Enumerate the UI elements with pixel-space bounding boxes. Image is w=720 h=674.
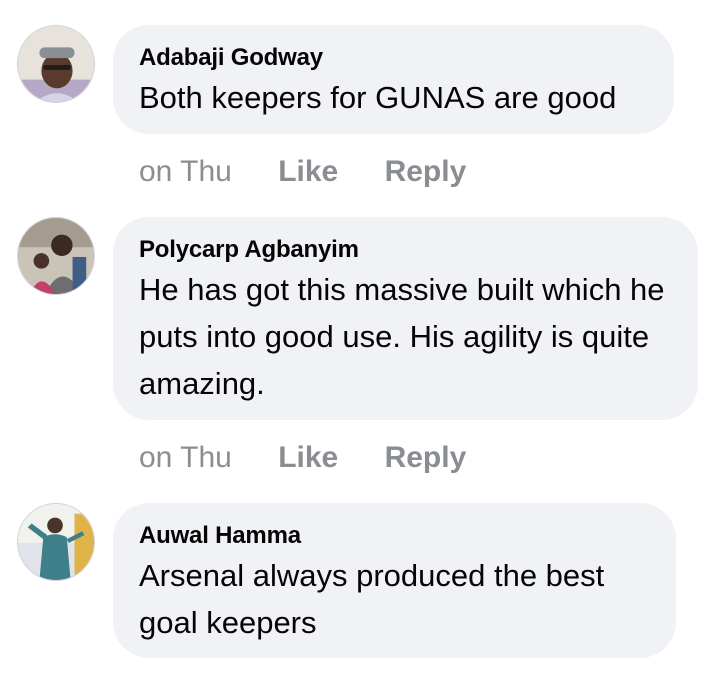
comment-actions: on Thu Like Reply (139, 154, 466, 190)
like-button[interactable]: Like (278, 440, 338, 476)
avatar[interactable] (17, 217, 95, 295)
profile-photo-icon (18, 218, 94, 294)
comment-author[interactable]: Adabaji Godway (139, 43, 648, 73)
comment-text: Both keepers for GUNAS are good (139, 80, 617, 115)
comment-bubble: Adabaji Godway Both keepers for GUNAS ar… (113, 25, 674, 134)
comment-actions: on Thu Like Reply (139, 440, 466, 476)
profile-photo-icon (18, 504, 94, 580)
comment-text: Arsenal always produced the best goal ke… (139, 558, 605, 640)
profile-photo-icon (18, 26, 94, 102)
reply-button[interactable]: Reply (385, 154, 467, 190)
comment-author[interactable]: Polycarp Agbanyim (139, 235, 672, 265)
comment-text: He has got this massive built which he p… (139, 272, 665, 401)
comment-bubble: Auwal Hamma Arsenal always produced the … (113, 503, 676, 658)
comment-timestamp[interactable]: on Thu (139, 440, 232, 476)
comment-timestamp[interactable]: on Thu (139, 154, 232, 190)
comment-bubble: Polycarp Agbanyim He has got this massiv… (113, 217, 698, 420)
avatar[interactable] (17, 25, 95, 103)
comment-author[interactable]: Auwal Hamma (139, 521, 650, 551)
reply-button[interactable]: Reply (385, 440, 467, 476)
like-button[interactable]: Like (278, 154, 338, 190)
avatar[interactable] (17, 503, 95, 581)
